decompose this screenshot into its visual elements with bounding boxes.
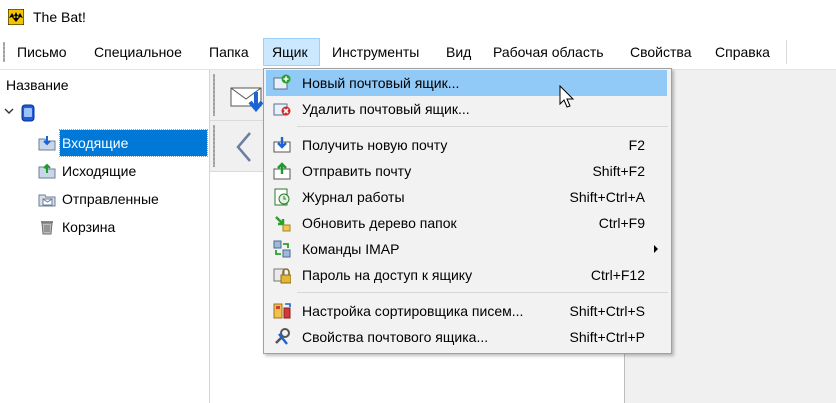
menu-delete-mailbox[interactable]: Удалить почтовый ящик... bbox=[266, 96, 667, 122]
toolbar-grip-handle[interactable] bbox=[213, 74, 215, 116]
get-mail-icon[interactable] bbox=[230, 82, 264, 112]
menu-mailbox-password[interactable]: Пароль на доступ к ящику Ctrl+F12 bbox=[266, 262, 667, 288]
menu-properties[interactable]: Свойства bbox=[622, 38, 699, 66]
menu-folder[interactable]: Папка bbox=[201, 38, 257, 66]
inbox-folder-icon bbox=[38, 136, 56, 151]
menu-letter[interactable]: Письмо bbox=[9, 38, 75, 66]
window-title: The Bat! bbox=[33, 9, 86, 25]
outbox-folder-icon bbox=[38, 163, 56, 179]
menu-help[interactable]: Справка bbox=[707, 38, 778, 66]
menu-imap-commands-label: Команды IMAP bbox=[302, 241, 400, 257]
menu-mailbox-password-label: Пароль на доступ к ящику bbox=[302, 267, 473, 283]
menu-send-mail-shortcut: Shift+F2 bbox=[592, 163, 645, 179]
menu-get-mail[interactable]: Получить новую почту F2 bbox=[266, 132, 667, 158]
sorter-icon bbox=[273, 303, 291, 319]
log-icon bbox=[274, 188, 290, 206]
menu-mailbox[interactable]: Ящик bbox=[263, 38, 320, 66]
menu-mailbox-password-shortcut: Ctrl+F12 bbox=[590, 267, 645, 283]
trash-icon bbox=[41, 221, 53, 235]
chevron-down-icon[interactable] bbox=[4, 106, 14, 116]
send-mail-icon bbox=[273, 162, 291, 180]
menu-delete-mailbox-label: Удалить почтовый ящик... bbox=[302, 101, 470, 117]
menu-work-log[interactable]: Журнал работы Shift+Ctrl+A bbox=[266, 184, 667, 210]
menubar-divider bbox=[786, 40, 787, 64]
menu-send-mail-label: Отправить почту bbox=[302, 163, 412, 179]
menu-new-mailbox[interactable]: Новый почтовый ящик... bbox=[266, 70, 667, 96]
toolbar-row-1 bbox=[210, 70, 268, 121]
menu-sorter-settings-shortcut: Shift+Ctrl+S bbox=[569, 303, 645, 319]
menu-sorter-settings-label: Настройка сортировщика писем... bbox=[302, 303, 524, 319]
menu-separator bbox=[297, 126, 668, 127]
bat-app-icon bbox=[8, 9, 24, 25]
menu-tools[interactable]: Инструменты bbox=[324, 38, 427, 66]
menu-work-log-shortcut: Shift+Ctrl+A bbox=[569, 189, 645, 205]
get-mail-icon bbox=[273, 137, 291, 153]
menu-sorter-settings[interactable]: Настройка сортировщика писем... Shift+Ct… bbox=[266, 298, 667, 324]
menu-imap-commands[interactable]: Команды IMAP bbox=[266, 236, 667, 262]
toolbar-grip-handle-2[interactable] bbox=[213, 125, 215, 167]
menu-work-log-label: Журнал работы bbox=[302, 189, 405, 205]
folder-inbox-label: Входящие bbox=[59, 129, 208, 157]
menu-mailbox-properties-shortcut: Shift+Ctrl+P bbox=[569, 329, 645, 345]
menu-new-mailbox-label: Новый почтовый ящик... bbox=[302, 75, 460, 91]
menu-mailbox-properties-label: Свойства почтового ящика... bbox=[302, 329, 489, 345]
folder-tree-panel: Название Входящие Исходящие Отправленные bbox=[0, 70, 210, 403]
mailbox-account-icon[interactable] bbox=[20, 104, 36, 122]
menu-refresh-tree-shortcut: Ctrl+F9 bbox=[598, 215, 645, 231]
sent-folder-icon bbox=[38, 194, 56, 207]
new-mailbox-icon bbox=[273, 74, 291, 90]
menu-separator bbox=[297, 292, 668, 293]
toolbar-row-2 bbox=[210, 121, 268, 172]
lock-icon bbox=[273, 268, 291, 284]
folder-trash-label: Корзина bbox=[62, 219, 116, 235]
menu-workspace[interactable]: Рабочая область bbox=[485, 38, 612, 66]
folder-sent-label: Отправленные bbox=[62, 191, 159, 207]
menu-send-mail[interactable]: Отправить почту Shift+F2 bbox=[266, 158, 667, 184]
submenu-arrow-icon bbox=[654, 245, 658, 253]
delete-mailbox-icon bbox=[273, 103, 291, 116]
title-bar: The Bat! bbox=[0, 0, 836, 34]
refresh-tree-icon bbox=[275, 216, 291, 232]
menu-special[interactable]: Специальное bbox=[86, 38, 190, 66]
menu-view[interactable]: Вид bbox=[438, 38, 479, 66]
imap-icon bbox=[273, 240, 291, 258]
properties-icon bbox=[275, 328, 290, 345]
menu-refresh-tree[interactable]: Обновить дерево папок Ctrl+F9 bbox=[266, 210, 667, 236]
menu-get-mail-label: Получить новую почту bbox=[302, 137, 448, 153]
menu-bar: Письмо Специальное Папка Ящик Инструмент… bbox=[0, 36, 836, 70]
menu-get-mail-shortcut: F2 bbox=[628, 137, 645, 153]
chevron-left-icon[interactable] bbox=[234, 131, 254, 163]
menu-mailbox-properties[interactable]: Свойства почтового ящика... Shift+Ctrl+P bbox=[266, 324, 667, 350]
folder-outbox-label: Исходящие bbox=[62, 163, 137, 179]
mailbox-menu-dropdown: Новый почтовый ящик... Удалить почтовый … bbox=[263, 68, 672, 354]
folder-column-header[interactable]: Название bbox=[6, 77, 69, 93]
menu-refresh-tree-label: Обновить дерево папок bbox=[302, 215, 457, 231]
menubar-grip-handle[interactable] bbox=[3, 42, 5, 62]
mouse-cursor-icon bbox=[559, 85, 575, 108]
